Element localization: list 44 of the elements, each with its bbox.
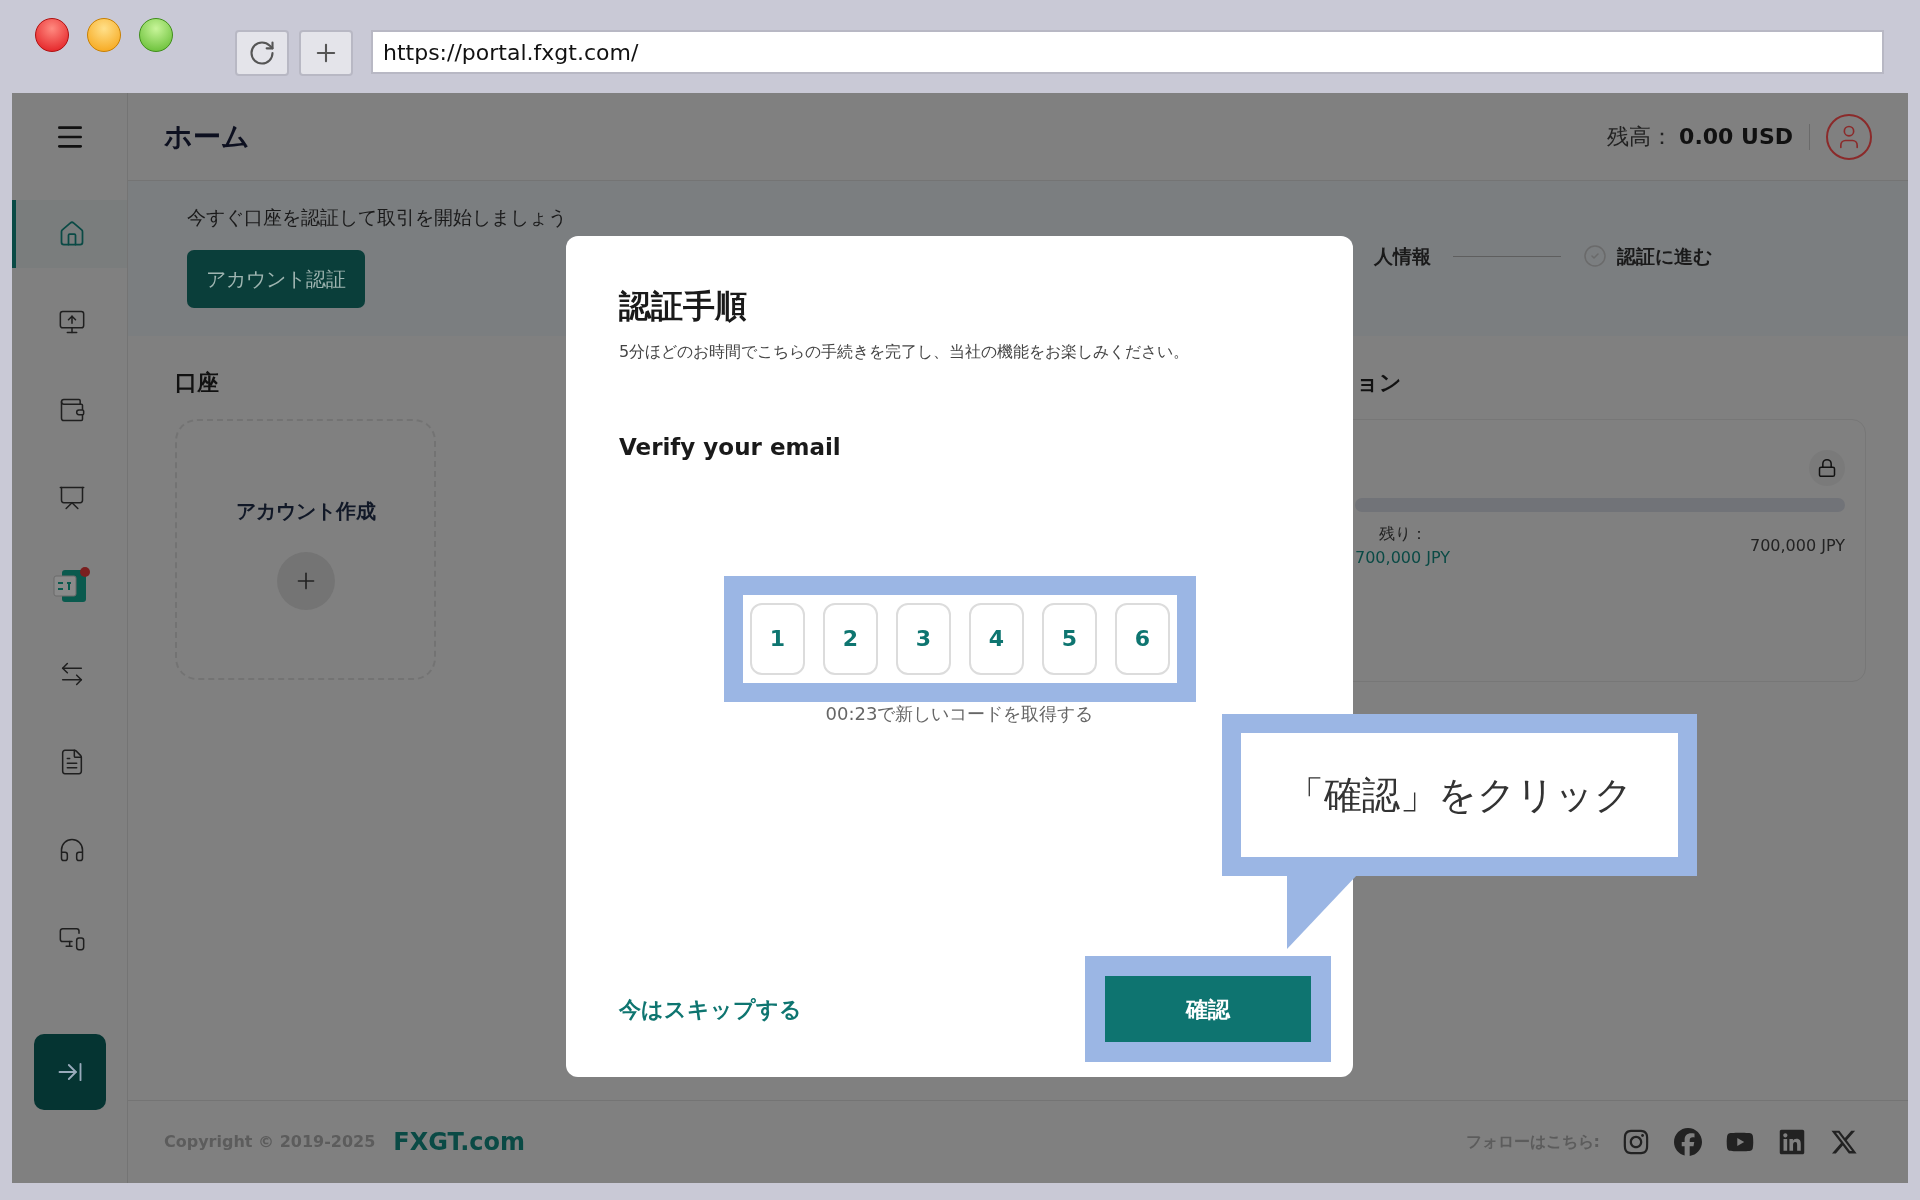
lock-icon <box>1817 458 1837 478</box>
balance-label: 残高： <box>1607 123 1674 151</box>
balance-value: 0.00 USD <box>1679 123 1793 151</box>
section-title: 口座 <box>175 369 220 397</box>
minimize-light[interactable] <box>87 18 121 52</box>
modal-title: 認証手順 <box>619 286 748 327</box>
total-value: 700,000 JPY <box>1749 535 1845 557</box>
step-label: 人情報 <box>1374 244 1431 269</box>
profile-avatar[interactable] <box>1826 113 1872 160</box>
code-digit-field[interactable]: 5 <box>1042 602 1097 675</box>
address-bar[interactable]: https://portal.fxgt.com/ <box>371 30 1884 74</box>
verify-account-button[interactable]: アカウント認証 <box>187 249 365 308</box>
facebook-icon[interactable] <box>1674 1128 1702 1156</box>
linkedin-icon[interactable] <box>1778 1128 1806 1156</box>
confirm-button[interactable]: 確認 <box>1105 976 1311 1042</box>
code-digit-field[interactable]: 3 <box>896 602 951 675</box>
create-account-label: アカウント作成 <box>235 498 376 525</box>
modal-subtitle: 5分ほどのお時間でこちらの手続きを完了し、当社の機能をお楽しみください。 <box>619 341 1191 363</box>
banner-message: 今すぐ口座を認証して取引を開始しましょう <box>187 205 567 230</box>
sidebar-item[interactable] <box>12 200 127 268</box>
x-icon[interactable] <box>1830 1128 1858 1156</box>
remaining-label: 残り： <box>1378 523 1427 545</box>
maximize-light[interactable] <box>139 18 173 52</box>
code-digit-field[interactable]: 2 <box>823 602 878 675</box>
chart-screen-icon <box>57 484 86 512</box>
reload-icon <box>248 39 276 67</box>
section-title: ョン <box>1355 369 1403 397</box>
callout-text: 「確認」をクリック <box>1286 771 1633 819</box>
instagram-icon[interactable] <box>1622 1128 1650 1156</box>
monitor-arrow-icon <box>57 308 86 336</box>
collapse-button[interactable] <box>33 1034 106 1110</box>
remaining-value: 700,000 JPY <box>1355 547 1451 569</box>
reload-button[interactable] <box>235 30 289 76</box>
code-digit-field[interactable]: 6 <box>1115 602 1170 675</box>
step-title: Verify your email <box>619 433 842 462</box>
code-digit-field[interactable]: 4 <box>969 602 1024 675</box>
code-digit-field[interactable]: 1 <box>750 602 805 675</box>
resend-code-text: 00:23で新しいコードを取得する <box>825 701 1094 726</box>
step-label: 認証に進む <box>1617 244 1712 269</box>
close-light[interactable] <box>35 18 69 52</box>
new-tab-button[interactable] <box>299 30 353 76</box>
page-title: ホーム <box>164 118 250 155</box>
skip-link[interactable]: 今はスキップする <box>619 992 802 1026</box>
create-account-card[interactable]: アカウント作成 <box>175 419 436 680</box>
